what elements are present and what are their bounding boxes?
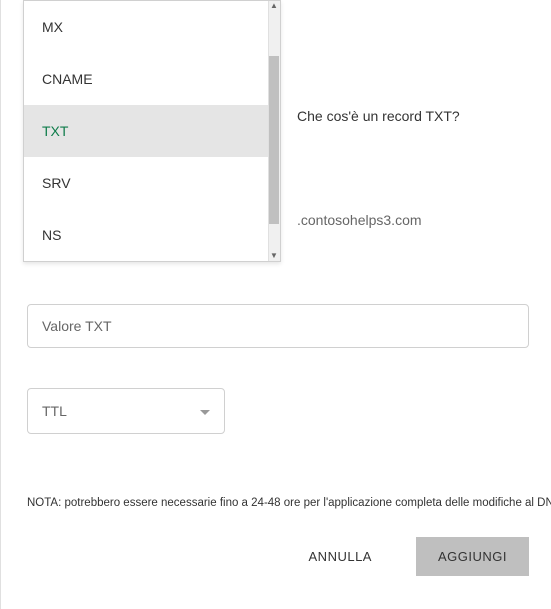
scrollbar-arrow-up-icon[interactable]: ▲ [268,1,280,11]
scrollbar-thumb[interactable] [269,56,279,224]
scrollbar-track[interactable]: ▲ ▼ [268,1,280,261]
txt-value-input[interactable] [27,304,529,348]
dns-note-label: NOTA: potrebbero essere necessarie fino … [27,497,547,509]
dropdown-item-mx[interactable]: MX [24,1,280,53]
add-button[interactable]: AGGIUNGI [416,537,529,576]
ttl-select-label: TTL [42,403,67,419]
what-is-txt-label: Che cos'è un record TXT? [297,108,460,124]
dropdown-item-cname[interactable]: CNAME [24,53,280,105]
cancel-button[interactable]: ANNULLA [295,539,386,574]
dropdown-list: MX CNAME TXT SRV NS ▲ ▼ [24,1,280,261]
dropdown-item-srv[interactable]: SRV [24,157,280,209]
dropdown-item-txt[interactable]: TXT [24,105,280,157]
dropdown-item-ns[interactable]: NS [24,209,280,261]
chevron-down-icon [200,403,210,419]
button-row: ANNULLA AGGIUNGI [295,537,529,576]
scrollbar-arrow-down-icon[interactable]: ▼ [268,251,280,261]
ttl-select[interactable]: TTL [27,388,225,434]
record-type-dropdown[interactable]: MX CNAME TXT SRV NS ▲ ▼ [23,0,281,262]
domain-suffix-label: .contosohelps3.com [297,212,422,228]
